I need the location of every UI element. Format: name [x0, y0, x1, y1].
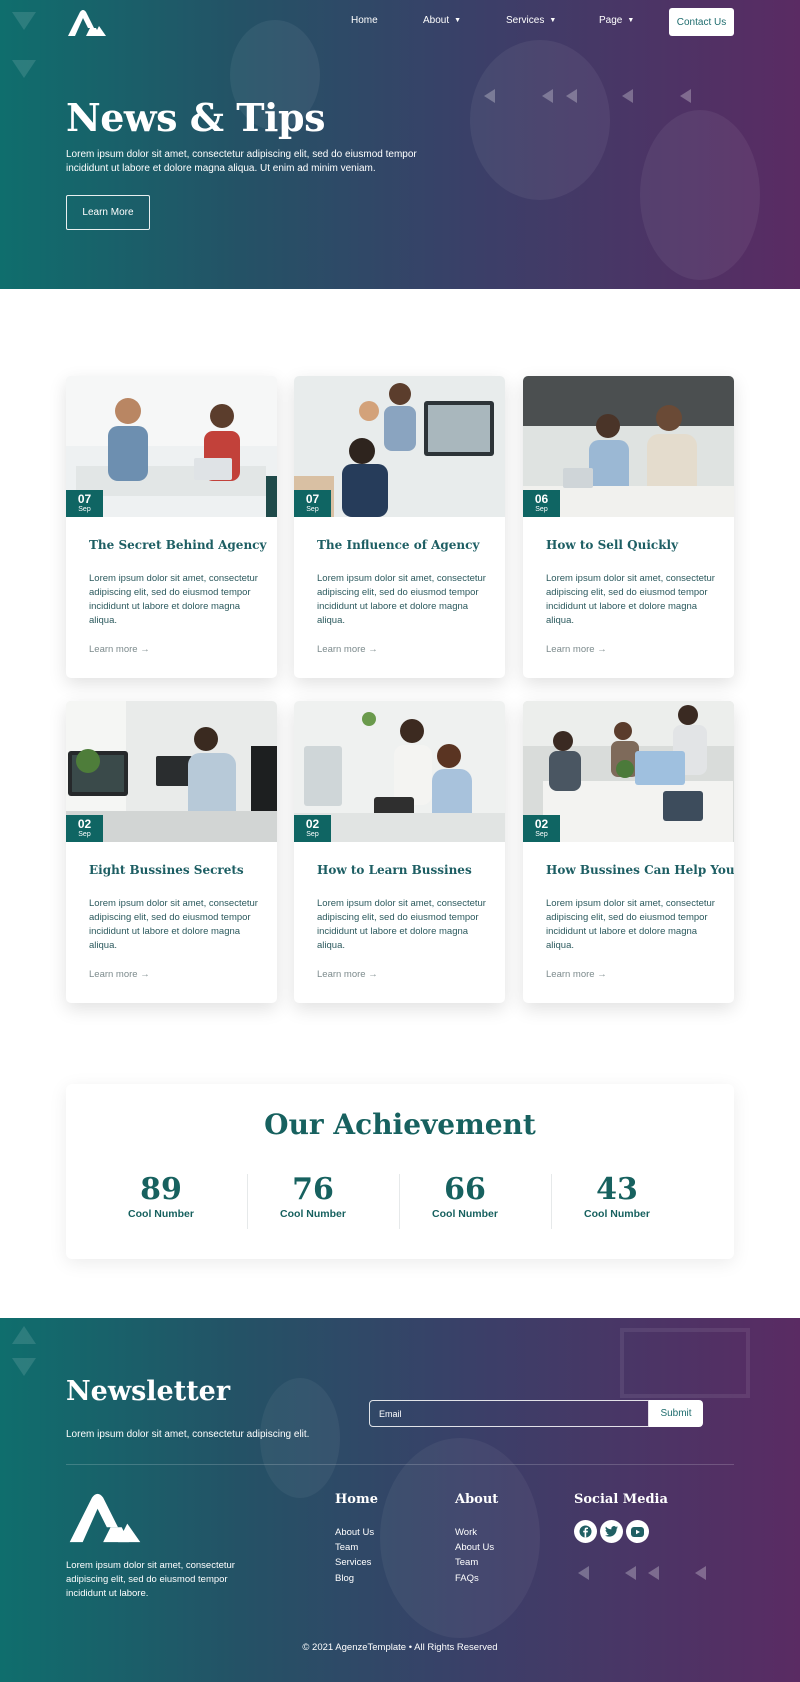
learn-more-link[interactable]: Learn more → [546, 969, 607, 980]
post-card[interactable]: 02 Sep How to Learn Bussines Lorem ipsum … [294, 701, 505, 1003]
chevron-down-icon: ▼ [627, 17, 635, 24]
post-excerpt: Lorem ipsum dolor sit amet, consectetur … [317, 573, 486, 626]
learn-more-button[interactable]: Learn More [66, 195, 150, 230]
triangle-decoration-icon [12, 60, 36, 78]
footer-link[interactable]: About Us [455, 1542, 494, 1553]
twitter-icon[interactable] [600, 1520, 623, 1543]
learn-more-link[interactable]: Learn more → [89, 644, 150, 655]
post-card[interactable]: 02 Sep Eight Bussines Secrets Lorem ipsum… [66, 701, 277, 1003]
hero-photo-shape [470, 40, 610, 200]
chevron-down-icon: ▼ [454, 17, 462, 24]
post-title[interactable]: How to Sell Quickly [546, 538, 678, 552]
brand-logo-icon[interactable] [66, 1490, 144, 1546]
arrow-decoration-icon [566, 89, 577, 103]
post-card[interactable]: 06 Sep How to Sell Quickly Lorem ipsum do… [523, 376, 734, 678]
date-badge: 07 Sep [294, 490, 331, 517]
triangle-decoration-icon [12, 1358, 36, 1376]
post-excerpt: Lorem ipsum dolor sit amet, consectetur … [546, 898, 715, 951]
facebook-icon[interactable] [574, 1520, 597, 1543]
arrow-decoration-icon [680, 89, 691, 103]
nav-item-about[interactable]: About ▼ [423, 15, 461, 26]
footer-col-about-title: About [455, 1492, 499, 1507]
footer-link[interactable]: Blog [335, 1573, 354, 1584]
footer-link[interactable]: FAQs [455, 1573, 479, 1584]
nav-item-services[interactable]: Services ▼ [506, 15, 556, 26]
footer-link[interactable]: About Us [335, 1527, 374, 1538]
arrow-decoration-icon [648, 1566, 659, 1580]
footer-link[interactable]: Team [335, 1542, 358, 1553]
footer-social-title: Social Media [574, 1492, 668, 1507]
date-badge: 02 Sep [294, 815, 331, 842]
post-excerpt: Lorem ipsum dolor sit amet, consectetur … [317, 898, 486, 951]
footer-divider [66, 1464, 734, 1465]
post-title[interactable]: The Influence of Agency [317, 538, 479, 552]
nav-item-page[interactable]: Page ▼ [599, 15, 634, 26]
copyright-text: © 2021 AgenzeTemplate • All Rights Reser… [302, 1642, 498, 1653]
post-title[interactable]: How Bussines Can Help You [546, 863, 734, 877]
learn-more-link[interactable]: Learn more → [89, 969, 150, 980]
arrow-decoration-icon [578, 1566, 589, 1580]
arrow-decoration-icon [695, 1566, 706, 1580]
stat-item: 76 Cool Number [280, 1172, 346, 1221]
arrow-decoration-icon [542, 89, 553, 103]
stat-item: 89 Cool Number [128, 1172, 194, 1221]
page-title: News & Tips [66, 95, 325, 140]
hero-description: Lorem ipsum dolor sit amet, consectetur … [66, 149, 417, 174]
post-excerpt: Lorem ipsum dolor sit amet, consectetur … [546, 573, 715, 626]
footer: Newsletter Lorem ipsum dolor sit amet, c… [0, 1318, 800, 1682]
youtube-icon[interactable] [626, 1520, 649, 1543]
footer-photo-shape [380, 1438, 540, 1638]
achievement-title: Our Achievement [264, 1108, 536, 1141]
submit-button[interactable]: Submit [649, 1400, 703, 1427]
arrow-decoration-icon [484, 89, 495, 103]
email-field[interactable]: Email [369, 1400, 649, 1427]
arrow-decoration-icon [625, 1566, 636, 1580]
stat-item: 66 Cool Number [432, 1172, 498, 1221]
contact-us-button[interactable]: Contact Us [669, 8, 734, 36]
arrow-decoration-icon [622, 89, 633, 103]
post-title[interactable]: The Secret Behind Agency [89, 538, 266, 552]
post-title[interactable]: How to Learn Bussines [317, 863, 472, 877]
post-card[interactable]: 07 Sep The Influence of Agency Lorem ipsu… [294, 376, 505, 678]
date-badge: 02 Sep [523, 815, 560, 842]
post-card[interactable]: 07 Sep The Secret Behind Agency Lorem ips… [66, 376, 277, 678]
newsletter-title: Newsletter [66, 1376, 231, 1407]
footer-link[interactable]: Services [335, 1557, 371, 1568]
hero-photo-shape [640, 110, 760, 280]
date-badge: 06 Sep [523, 490, 560, 517]
post-excerpt: Lorem ipsum dolor sit amet, consectetur … [89, 898, 258, 951]
chevron-down-icon: ▼ [549, 17, 557, 24]
footer-link[interactable]: Team [455, 1557, 478, 1568]
post-title[interactable]: Eight Bussines Secrets [89, 863, 244, 877]
learn-more-link[interactable]: Learn more → [317, 644, 378, 655]
footer-link[interactable]: Work [455, 1527, 477, 1538]
triangle-decoration-icon [12, 1326, 36, 1344]
nav-item-home[interactable]: Home [351, 15, 378, 26]
footer-col-home-title: Home [335, 1492, 378, 1507]
post-card[interactable]: 02 Sep How Bussines Can Help You Lorem ip… [523, 701, 734, 1003]
achievement-section: Our Achievement 89 Cool Number 76 Cool Num… [66, 1084, 734, 1259]
footer-about-text: Lorem ipsum dolor sit amet, consectetur … [66, 1560, 235, 1599]
hero-section: Home About ▼ Services ▼ Page ▼ Contact Us N… [0, 0, 800, 289]
stat-item: 43 Cool Number [584, 1172, 650, 1221]
newsletter-text: Lorem ipsum dolor sit amet, consectetur … [66, 1429, 310, 1440]
footer-photo-shape [620, 1328, 750, 1398]
learn-more-link[interactable]: Learn more → [317, 969, 378, 980]
date-badge: 02 Sep [66, 815, 103, 842]
learn-more-link[interactable]: Learn more → [546, 644, 607, 655]
post-excerpt: Lorem ipsum dolor sit amet, consectetur … [89, 573, 258, 626]
date-badge: 07 Sep [66, 490, 103, 517]
